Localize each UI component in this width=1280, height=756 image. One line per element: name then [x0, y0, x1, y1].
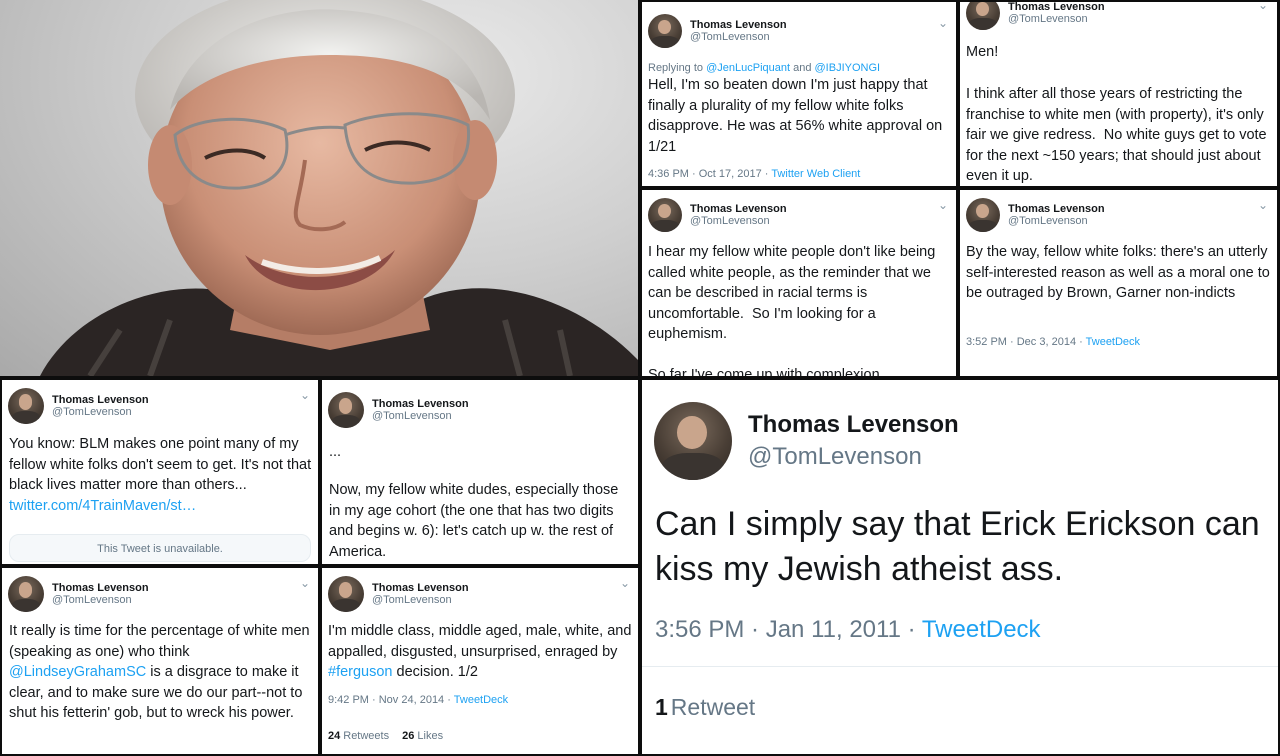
- mention-link[interactable]: @JenLucPiquant: [706, 62, 790, 74]
- hashtag-link[interactable]: #ferguson: [328, 664, 393, 680]
- tweet-card-9[interactable]: Thomas Levenson @TomLevenson Can I simpl…: [642, 380, 1278, 754]
- tweet-timestamp: 4:36 PM · Oct 17, 2017 · Twitter Web Cli…: [648, 168, 861, 180]
- chevron-down-icon[interactable]: ⌄: [938, 16, 948, 30]
- avatar[interactable]: [8, 576, 44, 612]
- tweet-card-7[interactable]: Thomas Levenson @TomLevenson ⌄ It really…: [2, 568, 318, 754]
- tweet-text: Can I simply say that Erick Erickson can…: [655, 505, 1270, 588]
- tweet-source-link[interactable]: TweetDeck: [1086, 336, 1140, 348]
- author-name[interactable]: Thomas Levenson: [372, 398, 469, 410]
- retweet-count[interactable]: 1 Retweet: [655, 694, 755, 721]
- author-name[interactable]: Thomas Levenson: [690, 203, 787, 215]
- chevron-down-icon[interactable]: ⌄: [300, 388, 310, 402]
- tweet-source-link[interactable]: TweetDeck: [454, 694, 508, 706]
- author-handle[interactable]: @TomLevenson: [1008, 13, 1105, 25]
- author-name[interactable]: Thomas Levenson: [52, 582, 149, 594]
- mention-link[interactable]: @IBJIYONGI: [815, 62, 881, 74]
- author-name[interactable]: Thomas Levenson: [52, 394, 149, 406]
- tweet-text: By the way, fellow white folks: there's …: [966, 244, 1274, 302]
- divider: [642, 666, 1278, 667]
- author-name[interactable]: Thomas Levenson: [748, 411, 959, 439]
- author-handle[interactable]: @TomLevenson: [690, 215, 787, 227]
- avatar[interactable]: [648, 14, 682, 48]
- retweet-count[interactable]: 24 Retweets: [328, 730, 389, 742]
- tweet-source-link[interactable]: Twitter Web Client: [771, 168, 860, 180]
- tweet-text: Now, my fellow white dudes, especially t…: [329, 482, 623, 560]
- mention-link[interactable]: @LindseyGrahamSC: [9, 664, 146, 680]
- avatar[interactable]: [328, 576, 364, 612]
- author-handle[interactable]: @TomLevenson: [52, 406, 149, 418]
- replying-to: Replying to @JenLucPiquant and @IBJIYONG…: [648, 62, 881, 74]
- tweet-text-cut: So far I've come up with complexion: [648, 367, 880, 376]
- like-count[interactable]: 26 Likes: [402, 730, 443, 742]
- tweet-header: Thomas Levenson @TomLevenson: [328, 392, 469, 428]
- author-handle[interactable]: @TomLevenson: [1008, 215, 1105, 227]
- chevron-down-icon[interactable]: ⌄: [1258, 198, 1268, 212]
- avatar[interactable]: [648, 198, 682, 232]
- tweet-stats: 24 Retweets 26 Likes: [328, 730, 443, 742]
- tweet-timestamp: 3:56 PM · Jan 11, 2011 · TweetDeck: [655, 616, 1041, 643]
- tweet-ellipsis: ...: [329, 444, 342, 460]
- tweet-card-3[interactable]: Thomas Levenson @TomLevenson ⌄ I hear my…: [642, 190, 956, 376]
- author-name[interactable]: Thomas Levenson: [1008, 2, 1105, 13]
- author-handle[interactable]: @TomLevenson: [372, 594, 469, 606]
- author-name[interactable]: Thomas Levenson: [690, 19, 787, 31]
- tweet-header: Thomas Levenson @TomLevenson: [966, 2, 1105, 30]
- author-handle[interactable]: @TomLevenson: [748, 443, 959, 471]
- avatar[interactable]: [328, 392, 364, 428]
- chevron-down-icon[interactable]: ⌄: [938, 198, 948, 212]
- author-name[interactable]: Thomas Levenson: [372, 582, 469, 594]
- author-handle[interactable]: @TomLevenson: [690, 31, 787, 43]
- tweet-card-4[interactable]: Thomas Levenson @TomLevenson ⌄ By the wa…: [960, 190, 1277, 376]
- tweet-header: Thomas Levenson @TomLevenson: [654, 402, 959, 480]
- avatar[interactable]: [654, 402, 732, 480]
- avatar[interactable]: [966, 198, 1000, 232]
- avatar[interactable]: [8, 388, 44, 424]
- tweet-text: It really is time for the percentage of …: [9, 623, 314, 722]
- unavailable-tweet-notice: This Tweet is unavailable.: [9, 534, 311, 562]
- tweet-text: You know: BLM makes one point many of my…: [9, 436, 316, 514]
- tweet-url-link[interactable]: twitter.com/4TrainMaven/st…: [9, 498, 196, 514]
- tweet-header: Thomas Levenson @TomLevenson: [8, 388, 149, 424]
- tweet-header: Thomas Levenson @TomLevenson: [8, 576, 149, 612]
- tweet-card-5[interactable]: Thomas Levenson @TomLevenson ⌄ You know:…: [2, 380, 318, 564]
- tweet-header: Thomas Levenson @TomLevenson: [648, 198, 787, 232]
- tweet-card-1[interactable]: Thomas Levenson @TomLevenson ⌄ Replying …: [642, 2, 956, 186]
- tweet-header: Thomas Levenson @TomLevenson: [328, 576, 469, 612]
- tweet-text: I'm middle class, middle aged, male, whi…: [328, 623, 636, 681]
- tweet-timestamp: 9:42 PM · Nov 24, 2014 · TweetDeck: [328, 694, 509, 706]
- portrait-image: [40, 0, 638, 376]
- avatar[interactable]: [966, 2, 1000, 30]
- tweet-header: Thomas Levenson @TomLevenson: [648, 14, 787, 48]
- tweet-text: I hear my fellow white people don't like…: [648, 244, 940, 343]
- tweet-text: I think after all those years of restric…: [966, 86, 1271, 185]
- tweet-card-2[interactable]: Thomas Levenson @TomLevenson ⌄ Men! I th…: [960, 2, 1277, 186]
- tweet-card-8[interactable]: Thomas Levenson @TomLevenson ⌄ I'm middl…: [322, 568, 638, 754]
- author-handle[interactable]: @TomLevenson: [52, 594, 149, 606]
- chevron-down-icon[interactable]: ⌄: [1258, 2, 1268, 12]
- tweet-text-first-line: Men!: [966, 44, 999, 60]
- tweet-header: Thomas Levenson @TomLevenson: [966, 198, 1105, 232]
- portrait-photo: [0, 0, 638, 376]
- tweet-timestamp: 3:52 PM · Dec 3, 2014 · TweetDeck: [966, 336, 1141, 348]
- tweet-text: Hell, I'm so beaten down I'm just happy …: [648, 77, 947, 155]
- tweet-card-6[interactable]: Thomas Levenson @TomLevenson ... Now, my…: [322, 380, 638, 564]
- chevron-down-icon[interactable]: ⌄: [300, 576, 310, 590]
- chevron-down-icon[interactable]: ⌄: [620, 576, 630, 590]
- tweet-source-link[interactable]: TweetDeck: [922, 616, 1041, 643]
- author-name[interactable]: Thomas Levenson: [1008, 203, 1105, 215]
- author-handle[interactable]: @TomLevenson: [372, 410, 469, 422]
